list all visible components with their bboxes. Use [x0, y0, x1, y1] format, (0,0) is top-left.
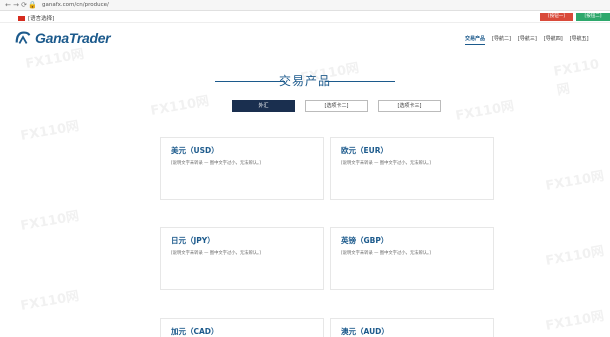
language-selector[interactable]: [语言选择] — [18, 14, 54, 22]
watermark: FX110网 — [544, 308, 606, 334]
card-title: 欧元（EUR） — [341, 146, 388, 155]
watermark: FX110网 — [149, 93, 211, 119]
product-card-jpy[interactable]: 日元（JPY） [说明文字未转录 — 图中文字过小，无法辨认。] — [160, 227, 324, 290]
watermark: FX110网 — [454, 98, 516, 124]
top-bar: [语言选择] [按钮一] [按钮二] — [0, 11, 610, 23]
card-title: 美元（USD） — [171, 146, 219, 155]
product-card-gbp[interactable]: 英镑（GBP） [说明文字未转录 — 图中文字过小，无法辨认。] — [330, 227, 494, 290]
site-header: GanaTrader 交易产品 [导航二] [导航三] [导航四] [导航五] — [0, 23, 610, 55]
open-demo-account-button[interactable]: [按钮二] — [576, 13, 610, 21]
product-card-eur[interactable]: 欧元（EUR） [说明文字未转录 — 图中文字过小，无法辨认。] — [330, 137, 494, 200]
product-card-usd[interactable]: 美元（USD） [说明文字未转录 — 图中文字过小，无法辨认。] — [160, 137, 324, 200]
product-card-cad[interactable]: 加元（CAD） — [160, 318, 324, 337]
watermark: FX110网 — [544, 243, 606, 269]
lock-icon: 🔒 — [28, 1, 37, 9]
nav-item-3[interactable]: [导航三] — [518, 35, 537, 45]
card-title: 英镑（GBP） — [341, 236, 389, 245]
tab-3[interactable]: [选项卡三] — [378, 100, 441, 112]
open-live-account-button[interactable]: [按钮一] — [540, 13, 573, 21]
card-title: 澳元（AUD） — [341, 327, 389, 336]
page-title-section: 交易产品 — [0, 72, 610, 92]
watermark: FX110网 — [19, 118, 81, 144]
watermark: FX110网 — [19, 208, 81, 234]
main-nav: 交易产品 [导航二] [导航三] [导航四] [导航五] — [465, 35, 589, 45]
product-tabs: 外汇 [选项卡二] [选项卡三] — [232, 100, 441, 112]
title-divider-right — [325, 81, 395, 82]
browser-address-bar[interactable]: ← → ⟳ 🔒 ganafx.com/cn/produce/ — [0, 0, 610, 11]
tab-1[interactable]: 外汇 — [232, 100, 295, 112]
nav-item-4[interactable]: [导航四] — [544, 35, 563, 45]
logo-text: GanaTrader — [35, 30, 111, 46]
back-arrow-icon[interactable]: ← — [4, 1, 12, 9]
card-description: [说明文字未转录 — 图中文字过小，无法辨认。] — [171, 161, 261, 166]
card-description: [说明文字未转录 — 图中文字过小，无法辨认。] — [341, 251, 431, 256]
forward-arrow-icon[interactable]: → — [12, 1, 20, 9]
language-label: [语言选择] — [28, 16, 55, 22]
nav-item-products[interactable]: 交易产品 — [465, 35, 486, 45]
logo-mark-icon — [15, 31, 31, 44]
nav-item-2[interactable]: [导航二] — [492, 35, 511, 45]
nav-item-5[interactable]: [导航五] — [570, 35, 589, 45]
site-logo[interactable]: GanaTrader — [14, 29, 111, 47]
page-title: 交易产品 — [278, 74, 331, 88]
reload-icon[interactable]: ⟳ — [20, 1, 28, 9]
product-card-aud[interactable]: 澳元（AUD） — [330, 318, 494, 337]
card-title: 加元（CAD） — [171, 327, 219, 336]
card-description: [说明文字未转录 — 图中文字过小，无法辨认。] — [341, 161, 431, 166]
card-title: 日元（JPY） — [171, 236, 215, 245]
watermark: FX110网 — [19, 288, 81, 314]
china-flag-icon — [18, 15, 25, 21]
card-description: [说明文字未转录 — 图中文字过小，无法辨认。] — [171, 251, 261, 256]
watermark: FX110网 — [544, 168, 606, 194]
tab-2[interactable]: [选项卡二] — [305, 100, 368, 112]
url-text[interactable]: ganafx.com/cn/produce/ — [42, 2, 109, 8]
